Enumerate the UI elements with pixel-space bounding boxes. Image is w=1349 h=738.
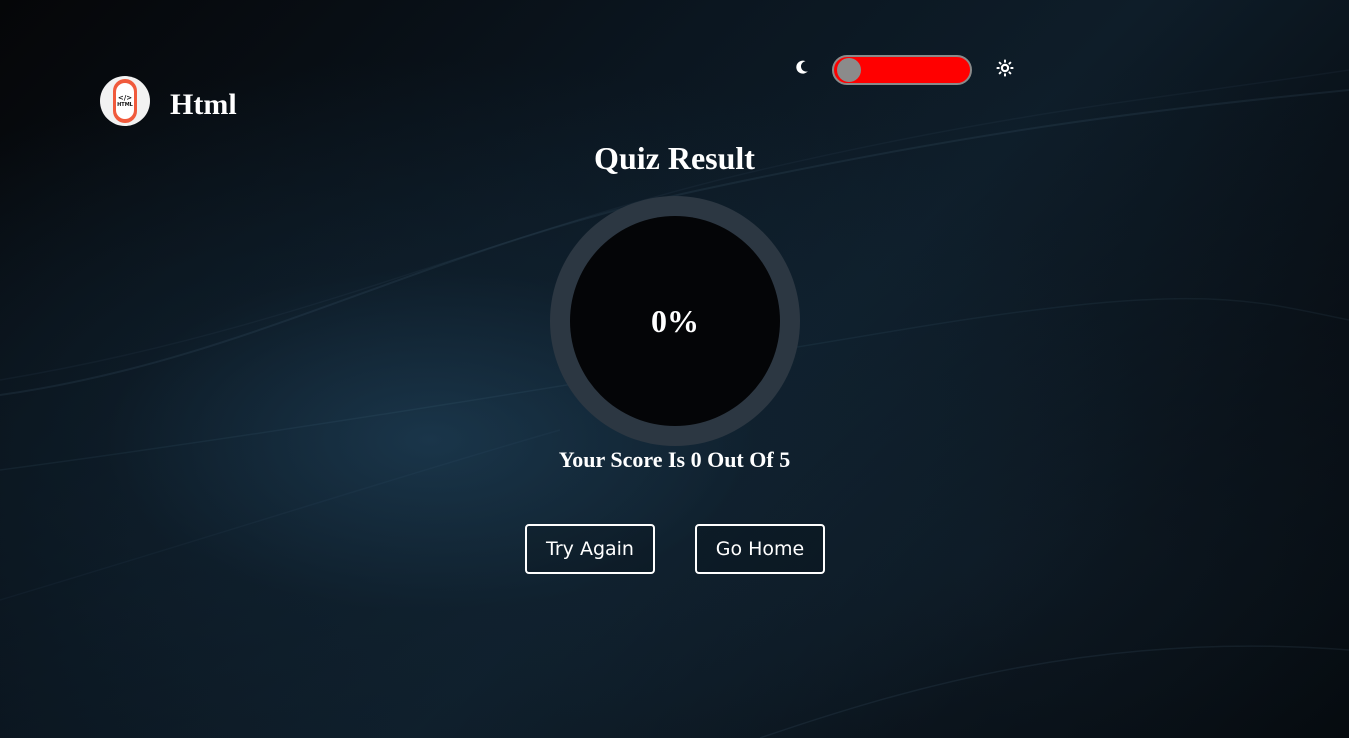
theme-toggle[interactable]	[832, 55, 972, 85]
quiz-result-title: Quiz Result	[594, 140, 755, 176]
sun-icon	[996, 59, 1014, 77]
html-logo-icon: </> HTML	[113, 79, 137, 123]
go-home-button[interactable]: Go Home	[695, 524, 825, 574]
brand-title: Html	[170, 88, 237, 121]
score-progress-center: 0%	[570, 216, 780, 426]
score-percent: 0%	[651, 302, 699, 339]
logo-word: HTML	[117, 101, 133, 108]
score-summary: Your Score Is 0 Out Of 5	[558, 447, 791, 472]
moon-icon	[796, 60, 808, 74]
score-progress-ring: 0%	[550, 196, 800, 446]
try-again-button[interactable]: Try Again	[525, 524, 655, 574]
logo-code-glyph: </>	[117, 93, 133, 102]
logo: </> HTML	[100, 76, 150, 126]
theme-toggle-knob[interactable]	[837, 58, 861, 82]
